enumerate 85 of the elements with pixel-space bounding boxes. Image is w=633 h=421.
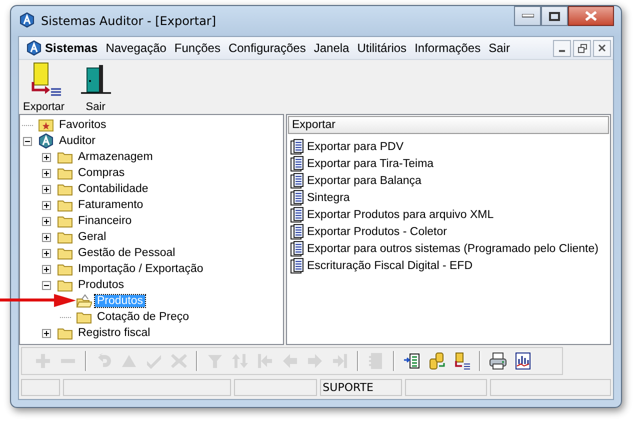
tree-item[interactable]: Cotação de Preço xyxy=(95,311,192,323)
list-item[interactable]: Sintegra xyxy=(307,192,350,204)
collapse-icon[interactable] xyxy=(23,136,32,146)
expand-icon[interactable] xyxy=(42,152,51,162)
tree-item[interactable]: Favoritos xyxy=(57,119,108,131)
favorite-folder-icon xyxy=(38,117,54,133)
left-arrow-icon xyxy=(281,352,299,370)
export-icon xyxy=(453,352,471,370)
tree-item[interactable]: Financeiro xyxy=(76,215,134,227)
report-chart-icon xyxy=(514,352,532,370)
document-icon xyxy=(290,258,304,274)
tree-item[interactable]: Registro fiscal xyxy=(76,327,152,339)
collapse-icon[interactable] xyxy=(42,280,51,290)
document-icon xyxy=(290,172,304,188)
notebook-icon xyxy=(367,352,385,370)
app-logo-icon xyxy=(19,12,35,28)
expand-icon[interactable] xyxy=(42,232,51,242)
tree-item[interactable]: Gestão de Pessoal xyxy=(76,247,178,259)
minimize-button[interactable] xyxy=(553,40,571,56)
tree-item[interactable]: Faturamento xyxy=(76,199,146,211)
expand-icon[interactable] xyxy=(42,168,51,178)
restore-button[interactable] xyxy=(573,40,591,56)
menu-item[interactable]: Navegação xyxy=(102,38,170,58)
menu-item[interactable]: Informações xyxy=(410,38,485,58)
plus-icon xyxy=(34,352,52,370)
document-icon xyxy=(290,240,304,256)
list-item[interactable]: Exportar para Tira-Teima xyxy=(307,158,434,170)
toolbar-button[interactable]: Sair xyxy=(74,62,117,114)
database-swap-icon xyxy=(428,352,446,370)
menu-item[interactable]: Janela xyxy=(310,38,354,58)
document-icon xyxy=(290,138,304,154)
menu-item[interactable]: Utilitários xyxy=(353,38,411,58)
app-icon xyxy=(38,133,54,149)
expand-icon[interactable] xyxy=(42,184,51,194)
printer-icon xyxy=(489,352,507,370)
tree-item[interactable]: Contabilidade xyxy=(76,183,150,195)
tree-item[interactable]: Importação / Exportação xyxy=(76,263,206,275)
open-folder-icon xyxy=(76,293,92,309)
filter-icon xyxy=(206,352,224,370)
close-icon xyxy=(598,44,606,52)
list-import-icon xyxy=(403,352,421,370)
expand-icon[interactable] xyxy=(42,216,51,226)
document-icon xyxy=(290,206,304,222)
list-item[interactable]: Exportar para PDV xyxy=(307,140,404,152)
right-arrow-icon xyxy=(306,352,324,370)
tree-item[interactable]: Produtos xyxy=(76,279,126,291)
list-item[interactable]: Exportar para Balança xyxy=(307,174,422,186)
cross-icon xyxy=(170,352,188,370)
tree-item[interactable]: Armazenagem xyxy=(76,151,155,163)
sort-icon xyxy=(231,352,249,370)
document-icon xyxy=(290,224,304,240)
expand-icon[interactable] xyxy=(42,200,51,210)
restore-icon xyxy=(578,44,586,52)
tree-item[interactable]: Geral xyxy=(76,231,108,243)
document-icon xyxy=(290,190,304,206)
close-button[interactable] xyxy=(593,40,611,56)
menu-item[interactable]: Sistemas xyxy=(22,38,102,58)
printer-button[interactable] xyxy=(487,350,509,372)
menu-item[interactable]: Configurações xyxy=(224,38,310,58)
close-icon xyxy=(585,11,597,21)
last-icon xyxy=(331,352,349,370)
toolbar-button[interactable]: Exportar xyxy=(21,62,67,114)
minimize-icon xyxy=(522,14,534,18)
list-item[interactable]: Exportar para outros sistemas (Programado pelo Cliente) xyxy=(307,242,598,254)
list-item[interactable]: Exportar Produtos para arquivo XML xyxy=(307,208,494,220)
document-icon xyxy=(290,156,304,172)
maximize-button[interactable] xyxy=(541,6,568,26)
status-user: SUPORTE xyxy=(320,379,402,396)
list-item[interactable]: Escrituração Fiscal Digital - EFD xyxy=(307,260,473,272)
list-item[interactable]: Exportar Produtos - Coletor xyxy=(307,226,447,238)
column-header[interactable]: Exportar xyxy=(288,116,609,134)
tree-item[interactable]: Compras xyxy=(76,167,127,179)
app-logo-icon xyxy=(26,40,42,56)
expand-icon[interactable] xyxy=(42,248,51,258)
status-panel xyxy=(21,379,60,396)
tree-item[interactable]: Auditor xyxy=(57,135,98,147)
menu-item[interactable]: Sair xyxy=(484,38,514,58)
minimize-button[interactable] xyxy=(514,6,541,26)
maximize-icon xyxy=(549,12,560,20)
window-title: Sistemas Auditor - [Exportar] xyxy=(41,14,216,28)
first-icon xyxy=(256,352,274,370)
menu-item[interactable]: Funções xyxy=(170,38,224,58)
expand-icon[interactable] xyxy=(42,328,51,338)
close-button[interactable] xyxy=(568,6,614,26)
expand-icon[interactable] xyxy=(42,264,51,274)
